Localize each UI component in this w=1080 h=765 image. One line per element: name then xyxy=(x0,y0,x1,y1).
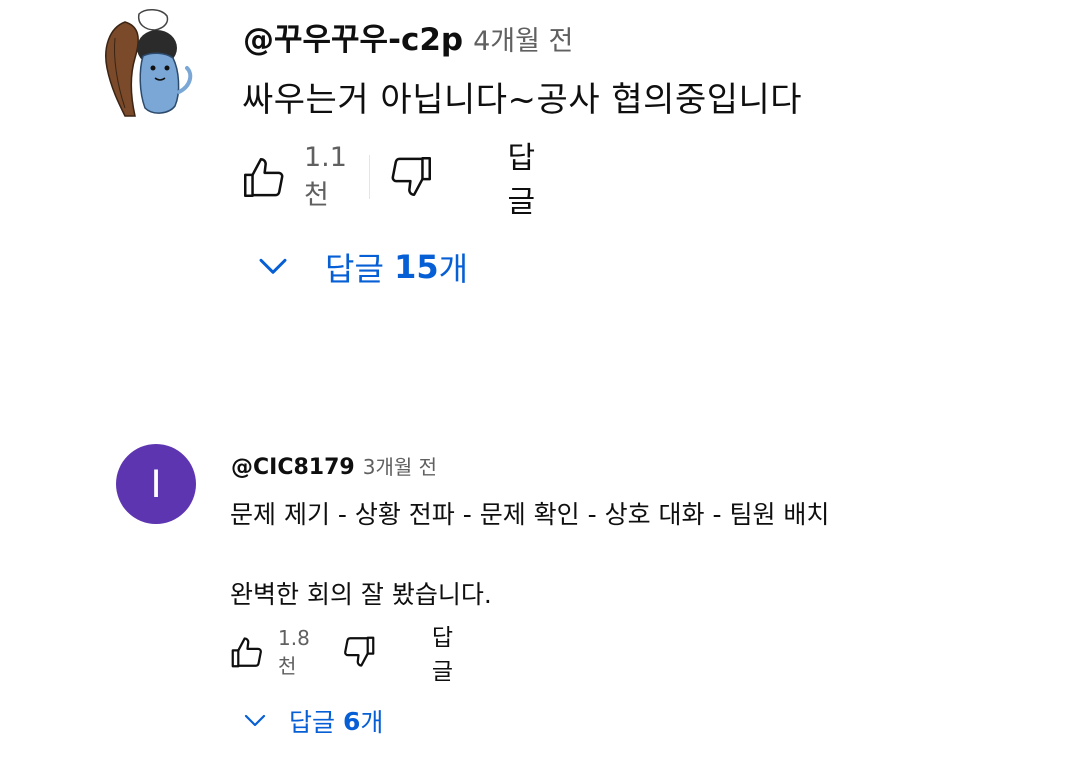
thumbs-down-icon xyxy=(392,157,432,196)
cartoon-character-avatar-icon xyxy=(105,9,193,117)
replies-label: 답글 xyxy=(325,250,384,288)
comment-actions: 1.8천 답글 xyxy=(228,625,453,685)
timestamp[interactable]: 3개월 전 xyxy=(363,455,437,479)
reply-button[interactable]: 답글 xyxy=(432,618,453,686)
thumbs-up-icon xyxy=(244,158,284,197)
replies-suffix: 개 xyxy=(438,250,469,288)
thumbs-up-icon xyxy=(231,637,262,668)
like-button[interactable] xyxy=(228,633,266,671)
view-replies-button[interactable]: 답글 15 개 xyxy=(257,244,468,290)
like-count: 1.8천 xyxy=(278,625,310,678)
replies-label: 답글 xyxy=(289,708,336,737)
comment-text-line: 완벽한 회의 잘 봤습니다. xyxy=(230,580,492,609)
comment-header: @CIC8179 3개월 전 xyxy=(231,451,437,480)
like-button[interactable] xyxy=(238,152,290,202)
replies-suffix: 개 xyxy=(360,708,384,737)
comment-header: @꾸우꾸우-c2p 4개월 전 xyxy=(243,14,573,59)
replies-count: 6 xyxy=(342,706,361,736)
comment-text-line: 문제 제기 - 상황 전파 - 문제 확인 - 상호 대화 - 팀원 배치 xyxy=(230,500,830,529)
avatar[interactable] xyxy=(95,8,205,120)
chevron-down-icon xyxy=(259,258,287,274)
dislike-button[interactable] xyxy=(385,152,437,202)
timestamp[interactable]: 4개월 전 xyxy=(473,26,573,57)
comment-actions: 1.1천 답글 xyxy=(238,141,536,220)
view-replies-button[interactable]: 답글 6개 xyxy=(243,703,383,739)
author-name[interactable]: @꾸우꾸우-c2p xyxy=(243,22,463,58)
divider xyxy=(368,155,370,199)
like-count: 1.1천 xyxy=(304,142,347,211)
avatar-letter: I xyxy=(150,461,162,506)
thumbs-down-icon xyxy=(343,636,375,667)
author-name[interactable]: @CIC8179 xyxy=(231,455,355,480)
chevron-down-icon xyxy=(244,714,266,727)
comment-text: 싸우는거 아닙니다~공사 협의중입니다 xyxy=(242,80,803,120)
dislike-button[interactable] xyxy=(340,633,378,671)
avatar[interactable]: I xyxy=(116,444,196,524)
reply-button[interactable]: 답글 xyxy=(507,133,535,221)
replies-count: 15 xyxy=(394,248,439,286)
